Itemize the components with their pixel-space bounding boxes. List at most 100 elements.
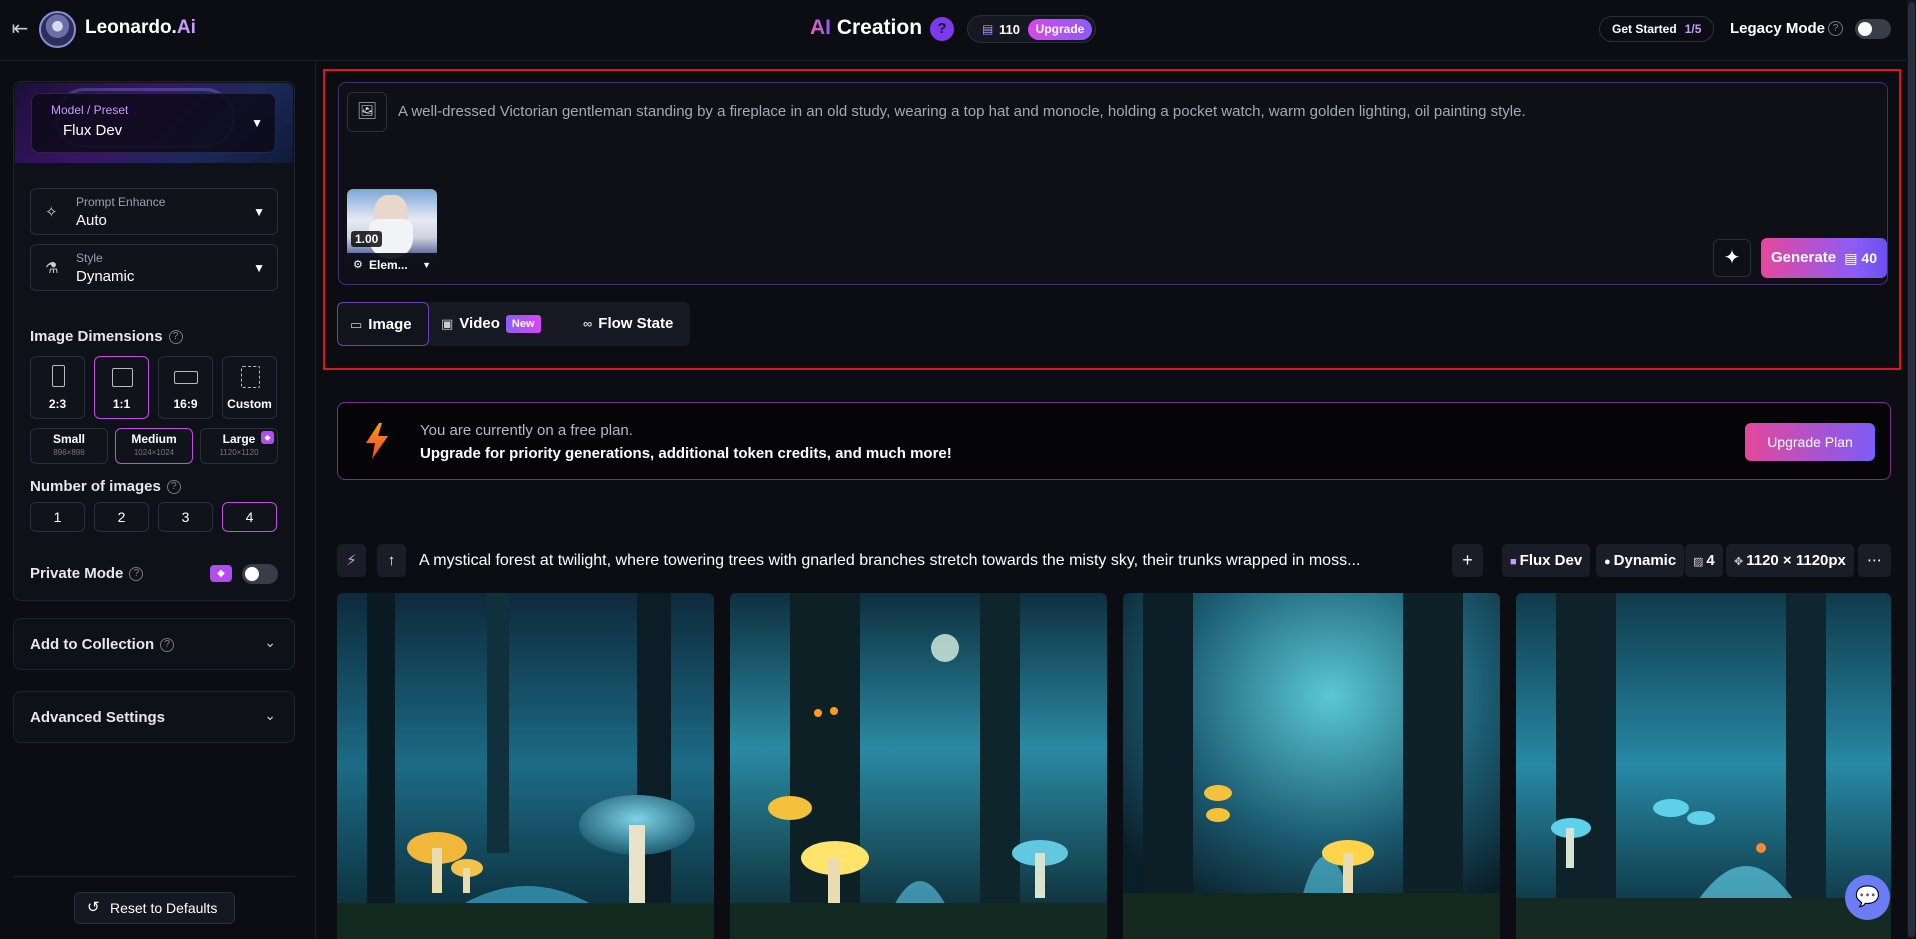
infinity-icon: ∞ xyxy=(583,316,593,331)
advanced-settings-section[interactable]: Advanced Settings ⌄ xyxy=(13,691,295,743)
lightning-icon xyxy=(366,423,388,459)
arrow-up-icon[interactable]: ↑ xyxy=(377,544,406,577)
banner-line-1: You are currently on a free plan. xyxy=(420,422,633,439)
square-shape-icon xyxy=(112,368,133,387)
generated-image-1[interactable] xyxy=(337,593,714,939)
generated-image-3[interactable] xyxy=(1123,593,1500,939)
aspect-1-1-button[interactable]: 1:1 xyxy=(94,356,149,419)
enhance-prompt-icon[interactable]: ✦ xyxy=(1713,239,1751,277)
help-icon[interactable]: ? xyxy=(930,17,954,41)
mode-tabs: ▭ Image ▣ Video New ∞ Flow State xyxy=(337,302,690,346)
token-balance[interactable]: ▤ 110 Upgrade xyxy=(967,15,1096,43)
model-preset-label: Model / Preset xyxy=(51,103,129,117)
prompt-input[interactable]: A well-dressed Victorian gentleman stand… xyxy=(398,103,1848,120)
banner-line-2: Upgrade for priority generations, additi… xyxy=(420,445,952,462)
scrollbar-thumb[interactable] xyxy=(1908,2,1915,937)
number-of-images-heading: Number of images? xyxy=(30,478,181,495)
chevron-down-icon: ⌄ xyxy=(264,634,276,650)
upgrade-plan-button[interactable]: Upgrade Plan xyxy=(1745,423,1875,461)
custom-shape-icon xyxy=(241,366,260,388)
generation-model-chip[interactable]: ■ Flux Dev xyxy=(1502,544,1591,577)
prompt-enhance-value: Auto xyxy=(76,212,107,229)
scrollbar[interactable] xyxy=(1907,0,1916,939)
generated-image-4[interactable] xyxy=(1516,593,1891,939)
legacy-mode-toggle[interactable] xyxy=(1855,19,1891,39)
image-count-4-button[interactable]: 4 xyxy=(222,502,277,532)
model-preset-select[interactable]: Model / Preset Flux Dev ▼ xyxy=(31,93,276,153)
private-mode-toggle[interactable] xyxy=(242,564,278,584)
legacy-mode-label: Legacy Mode xyxy=(1730,20,1826,37)
model-preset-card[interactable]: Model / Preset Flux Dev ▼ xyxy=(15,83,293,163)
element-weight[interactable]: 1.00 xyxy=(351,231,383,247)
image-count-2-button[interactable]: 2 xyxy=(94,502,149,532)
size-small-button[interactable]: Small 896×896 xyxy=(30,428,108,464)
help-icon[interactable]: ? xyxy=(160,638,175,653)
tab-flow-state[interactable]: ∞ Flow State xyxy=(583,302,673,346)
collapse-sidebar-icon[interactable]: ⇤ xyxy=(8,17,32,41)
divider xyxy=(13,876,295,877)
toggle-knob xyxy=(245,567,259,581)
style-label: Style xyxy=(76,251,103,265)
token-count: 110 xyxy=(999,22,1020,37)
drop-icon: ● xyxy=(1604,556,1611,568)
caret-down-icon: ▼ xyxy=(251,116,263,130)
private-mode-heading: Private Mode? xyxy=(30,565,144,582)
aspect-2-3-button[interactable]: 2:3 xyxy=(30,356,85,419)
tab-image[interactable]: ▭ Image xyxy=(337,302,429,346)
tab-video[interactable]: ▣ Video New xyxy=(441,302,541,346)
forest-image xyxy=(1123,593,1500,939)
more-options-icon[interactable]: ⋯ xyxy=(1858,544,1891,577)
move-icon: ✥ xyxy=(1734,556,1744,568)
aspect-16-9-button[interactable]: 16:9 xyxy=(158,356,213,419)
style-select[interactable]: ⚗ Style Dynamic ▼ xyxy=(30,244,278,291)
generated-image-2[interactable] xyxy=(730,593,1107,939)
reset-to-defaults-button[interactable]: ↺ Reset to Defaults xyxy=(74,892,235,924)
style-value: Dynamic xyxy=(76,268,135,285)
size-medium-button[interactable]: Medium 1024×1024 xyxy=(115,428,193,464)
sidebar: Model / Preset Flux Dev ▼ ✧ Prompt Enhan… xyxy=(0,61,316,939)
generation-count-chip[interactable]: ▨ 4 xyxy=(1685,544,1723,577)
image-count-3-button[interactable]: 3 xyxy=(158,502,213,532)
token-icon: ▤ xyxy=(982,22,994,36)
image-guidance-icon[interactable]: 🖼 xyxy=(347,92,387,132)
forest-image xyxy=(1516,593,1891,939)
magic-wand-icon[interactable]: ⚡ xyxy=(337,544,366,577)
size-large-button[interactable]: Large 1120×1120 ◆ xyxy=(200,428,278,464)
image-icon: ▭ xyxy=(350,317,363,332)
generate-cost: ▤ 40 xyxy=(1844,250,1877,266)
free-plan-banner: You are currently on a free plan. Upgrad… xyxy=(337,402,1891,480)
upgrade-button[interactable]: Upgrade xyxy=(1028,19,1092,40)
forest-image xyxy=(730,593,1107,939)
generate-button[interactable]: Generate ▤ 40 xyxy=(1761,238,1887,278)
generation-resolution-chip[interactable]: ✥ 1120 × 1120px xyxy=(1726,544,1854,577)
gear-icon: ⚙ xyxy=(353,259,363,271)
prompt-area-highlight: 🖼 A well-dressed Victorian gentleman sta… xyxy=(323,69,1901,370)
brand-name[interactable]: Leonardo.Ai xyxy=(85,17,196,39)
element-thumbnail[interactable]: 1.00 ⚙ Elem... ▼ xyxy=(347,189,437,277)
element-selector[interactable]: ⚙ Elem... ▼ xyxy=(347,253,437,277)
premium-gem-icon: ◆ xyxy=(210,565,232,582)
premium-gem-icon: ◆ xyxy=(261,431,274,444)
legacy-help-icon[interactable]: ? xyxy=(1828,21,1843,36)
advanced-settings-heading: Advanced Settings xyxy=(30,709,166,726)
toggle-knob xyxy=(1858,22,1872,36)
caret-down-icon: ▼ xyxy=(253,205,265,219)
page-title: AI Creation xyxy=(810,16,923,39)
prompt-box[interactable]: 🖼 A well-dressed Victorian gentleman sta… xyxy=(338,82,1888,285)
image-count-1-button[interactable]: 1 xyxy=(30,502,85,532)
model-icon: ■ xyxy=(1510,556,1517,568)
generation-prompt[interactable]: A mystical forest at twilight, where tow… xyxy=(419,552,1360,570)
plus-icon[interactable]: + xyxy=(1452,544,1483,577)
token-icon: ▤ xyxy=(1844,250,1862,266)
add-to-collection-section[interactable]: Add to Collection? ⌄ xyxy=(13,618,295,670)
generation-style-chip[interactable]: ● Dynamic xyxy=(1596,544,1685,577)
help-icon[interactable]: ? xyxy=(166,480,181,495)
get-started-button[interactable]: Get Started 1/5 xyxy=(1599,16,1714,42)
aspect-custom-button[interactable]: Custom xyxy=(222,356,277,419)
support-chat-icon[interactable]: 💬 xyxy=(1845,875,1890,920)
prompt-enhance-select[interactable]: ✧ Prompt Enhance Auto ▼ xyxy=(30,188,278,235)
caret-down-icon: ▼ xyxy=(253,261,265,275)
help-icon[interactable]: ? xyxy=(168,330,183,345)
brand-logo[interactable] xyxy=(39,11,76,48)
help-icon[interactable]: ? xyxy=(129,567,144,582)
